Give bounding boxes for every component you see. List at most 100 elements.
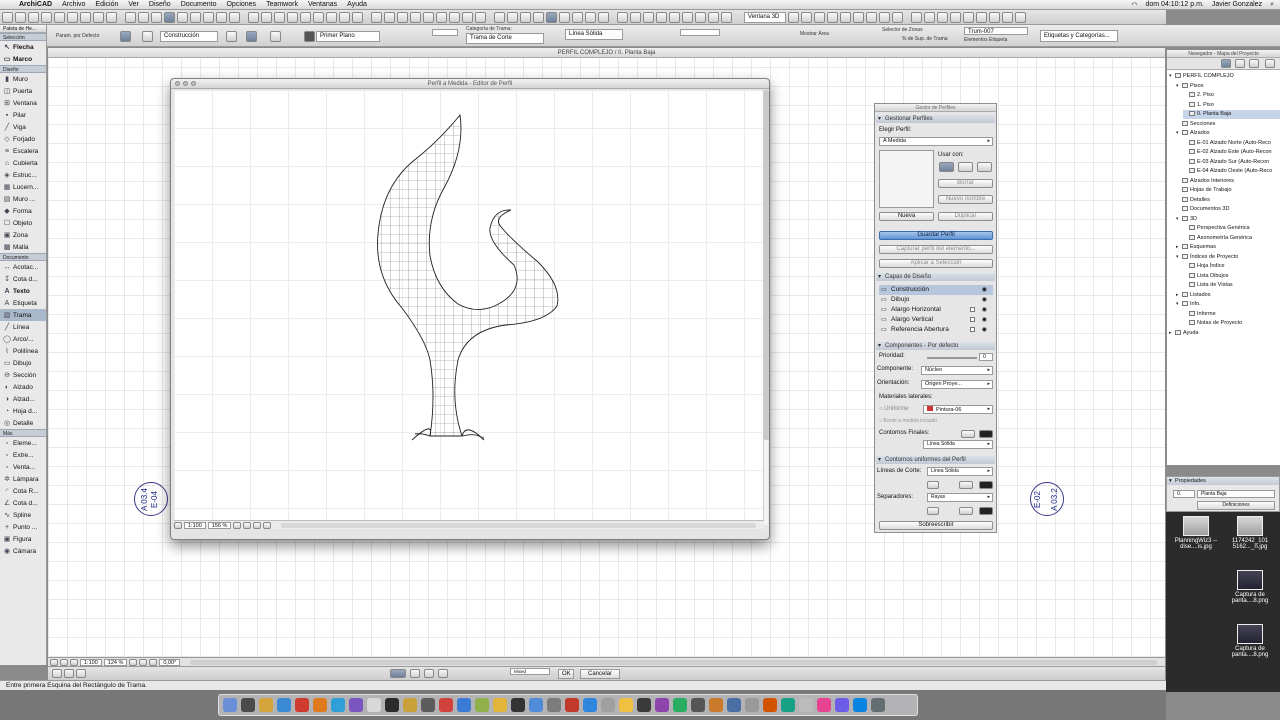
toolbar-button-icon[interactable] <box>164 11 175 23</box>
toolbar-button-icon[interactable] <box>520 11 531 23</box>
clock-text[interactable]: dom 04:10:12 p.m. <box>1146 1 1204 9</box>
tool-object[interactable]: ☐ Objeto <box>0 217 46 229</box>
dock-app-icon[interactable] <box>349 698 363 712</box>
navigator-item[interactable]: Alzados Interiores <box>1176 177 1280 186</box>
tool-win2[interactable]: ▫ Venta... <box>0 461 46 473</box>
navigator-item[interactable]: ▸ Esquemas <box>1176 243 1280 252</box>
layer-row[interactable]: ▭ Alargo Horizontal ◉ <box>879 305 993 315</box>
toolbar-button-icon[interactable] <box>788 11 799 23</box>
toolbar-button-icon[interactable] <box>963 11 974 23</box>
dock-app-icon[interactable] <box>745 698 759 712</box>
dock-app-icon[interactable] <box>223 698 237 712</box>
zoom-in-icon[interactable] <box>233 521 242 529</box>
dock-app-icon[interactable] <box>259 698 273 712</box>
pen-icon[interactable] <box>226 31 237 42</box>
capture-profile-button[interactable]: Capturar perfil del elemento... <box>879 245 993 254</box>
navigator-item[interactable]: Lista de Vistas <box>1183 281 1280 290</box>
tool-structure[interactable]: ◈ Estruc... <box>0 169 46 181</box>
dock-app-icon[interactable] <box>565 698 579 712</box>
scale-field[interactable]: 1:100 <box>80 658 102 666</box>
dock-app-icon[interactable] <box>673 698 687 712</box>
tool-hotspot[interactable]: + Punto ... <box>0 521 46 533</box>
zoom-field[interactable] <box>680 29 720 36</box>
toolbar-button-icon[interactable] <box>475 11 486 23</box>
tool-line[interactable]: ╱ Línea <box>0 321 46 333</box>
toolbar-button-icon[interactable] <box>287 11 298 23</box>
toolbar-button-icon[interactable] <box>617 11 628 23</box>
toolbar-button-icon[interactable] <box>15 11 26 23</box>
layer-icon[interactable] <box>142 31 153 42</box>
toolbar-button-icon[interactable] <box>216 11 227 23</box>
toolbar-button-icon[interactable] <box>274 11 285 23</box>
dock-app-icon[interactable] <box>799 698 813 712</box>
toolbar-button-icon[interactable] <box>840 11 851 23</box>
dock-app-icon[interactable] <box>817 698 831 712</box>
dock-app-icon[interactable] <box>781 698 795 712</box>
menu-item-6[interactable]: Teamwork <box>261 1 303 8</box>
delete-profile-button[interactable]: Borrar <box>938 179 993 188</box>
toolbar-button-icon[interactable] <box>1002 11 1013 23</box>
toolbar-button-icon[interactable] <box>827 11 838 23</box>
tool-arc[interactable]: ◯ Arco/... <box>0 333 46 345</box>
toolbar-button-icon[interactable] <box>462 11 473 23</box>
toolbox-section-2[interactable]: Documento <box>0 253 46 261</box>
toolbar-button-icon[interactable] <box>449 11 460 23</box>
toolbar-button-icon[interactable] <box>721 11 732 23</box>
fit-bottom-icon[interactable] <box>149 658 158 666</box>
toolbar-button-icon[interactable] <box>397 11 408 23</box>
toolbar-button-icon[interactable] <box>352 11 363 23</box>
separator-pen[interactable] <box>959 507 973 515</box>
priority-slider[interactable] <box>927 357 977 359</box>
menu-item-3[interactable]: Diseño <box>144 1 176 8</box>
separator-pen-icon[interactable] <box>927 507 939 515</box>
section-design-layers[interactable]: Capas de Diseño <box>876 273 995 281</box>
toolbar-button-icon[interactable] <box>879 11 890 23</box>
geometry-method-icon[interactable] <box>390 669 406 678</box>
dock-app-icon[interactable] <box>421 698 435 712</box>
tool-spline[interactable]: ∿ Spline <box>0 509 46 521</box>
navigator-item[interactable]: Secciones <box>1176 120 1280 129</box>
toolbar-button-icon[interactable] <box>853 11 864 23</box>
navigator-item[interactable]: Axonometría Genérica <box>1183 234 1280 243</box>
dock-app-icon[interactable] <box>853 698 867 712</box>
zoom-out-icon[interactable] <box>243 521 252 529</box>
menu-item-0[interactable]: Archivo <box>57 1 90 8</box>
toolbar-button-icon[interactable] <box>248 11 259 23</box>
apply-selection-button[interactable]: Aplicar a Selección <box>879 259 993 268</box>
dock-app-icon[interactable] <box>601 698 615 712</box>
arc-method-icon[interactable] <box>424 669 434 678</box>
minimize-window-icon[interactable] <box>183 81 188 86</box>
navigator-item[interactable]: ▾ Índices de Proyecto <box>1176 253 1280 262</box>
menu-item-7[interactable]: Ventanas <box>303 1 342 8</box>
new-profile-button[interactable]: Nueva <box>879 212 934 221</box>
dock-app-icon[interactable] <box>241 698 255 712</box>
desktop-file-icon[interactable]: PlanningWiz3 --dise....is.jpg <box>1170 516 1222 550</box>
dock-app-icon[interactable] <box>583 698 597 712</box>
navigator-item[interactable]: Lista Dibujos <box>1183 272 1280 281</box>
dock-app-icon[interactable] <box>709 698 723 712</box>
canvas-horizontal-scrollbar[interactable] <box>190 659 1157 665</box>
tool-polyline[interactable]: ⌇ Polilínea <box>0 345 46 357</box>
nav-forward-icon[interactable] <box>70 658 78 666</box>
tool-wall[interactable]: ▮ Muro <box>0 73 46 85</box>
dock-app-icon[interactable] <box>439 698 453 712</box>
separator-color[interactable] <box>979 507 993 515</box>
print-icon[interactable] <box>50 658 58 666</box>
menu-item-5[interactable]: Opciones <box>221 1 261 8</box>
layout-book-icon[interactable] <box>1249 59 1259 68</box>
layer-checkbox[interactable] <box>970 317 975 322</box>
editor-vertical-scrollbar[interactable] <box>763 90 769 525</box>
fill-category-select[interactable]: Trama de Corte <box>466 33 544 44</box>
material-select[interactable]: Pintura-06 <box>923 405 993 414</box>
dock-app-icon[interactable] <box>727 698 741 712</box>
use-wall-icon[interactable] <box>939 162 954 172</box>
fit-window-icon[interactable] <box>253 521 262 529</box>
tool-element[interactable]: ▫ Eleme... <box>0 437 46 449</box>
properties-id-field[interactable]: 0. <box>1173 490 1195 498</box>
tool-roof[interactable]: ⌂ Cubierta <box>0 157 46 169</box>
tool-figure[interactable]: ▣ Figura <box>0 533 46 545</box>
dock-app-icon[interactable] <box>835 698 849 712</box>
line-type-select[interactable]: Línea Sólida <box>565 29 623 40</box>
menu-item-1[interactable]: Edición <box>90 1 123 8</box>
editor-horizontal-scrollbar[interactable] <box>281 522 756 528</box>
